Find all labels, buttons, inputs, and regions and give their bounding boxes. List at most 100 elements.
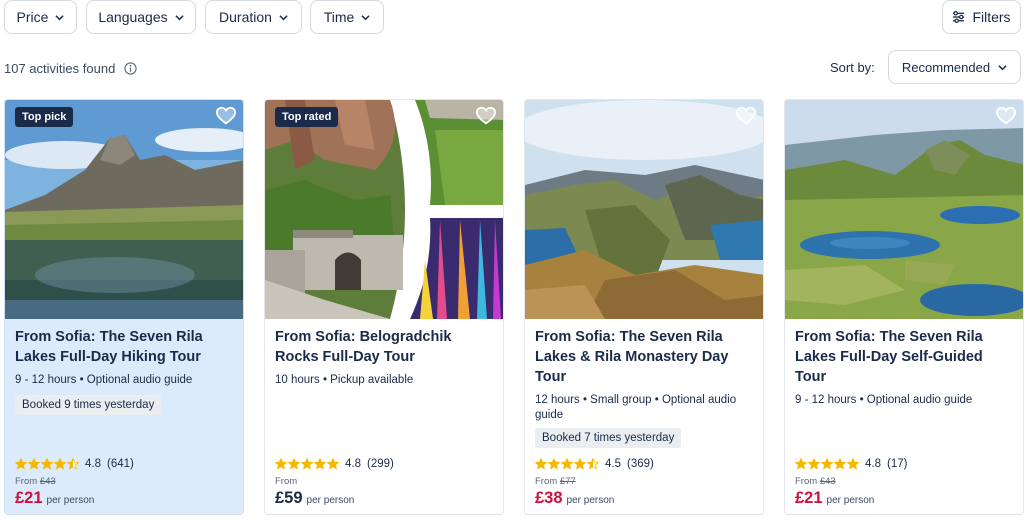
star-icon xyxy=(288,458,300,470)
per-person-label: per person xyxy=(566,495,615,506)
review-count: (369) xyxy=(627,458,654,470)
rating-row: 4.8 (299) xyxy=(275,456,394,472)
results-count-text: 107 activities found xyxy=(4,60,116,76)
price-row: £21 per person xyxy=(795,489,874,508)
from-label: From xyxy=(795,476,818,487)
card-title[interactable]: From Sofia: The Seven Rila Lakes Full-Da… xyxy=(15,327,233,367)
duration-filter-label: Duration xyxy=(219,9,272,25)
review-count: (299) xyxy=(367,458,394,470)
star-icon xyxy=(327,458,339,470)
activity-photo: Top pick xyxy=(5,100,243,319)
activity-card[interactable]: Top rated From Sofia: Belogradchik Rocks… xyxy=(264,99,504,515)
from-label: From xyxy=(275,476,298,487)
star-rating xyxy=(15,458,79,470)
sort-label: Sort by: xyxy=(830,60,875,75)
star-rating xyxy=(795,458,859,470)
mountain-lake-photo xyxy=(5,100,243,319)
price-filter-label: Price xyxy=(16,9,49,25)
review-count: (641) xyxy=(107,458,134,470)
price-filter-button[interactable]: Price xyxy=(4,0,77,34)
activity-photo xyxy=(785,100,1023,319)
from-row: From £43 xyxy=(15,476,56,487)
card-title[interactable]: From Sofia: Belogradchik Rocks Full-Day … xyxy=(275,327,493,367)
price: £21 xyxy=(15,489,43,507)
duration-filter-button[interactable]: Duration xyxy=(205,0,302,34)
activity-card[interactable]: From Sofia: The Seven Rila Lakes & Rila … xyxy=(524,99,764,515)
card-body: From Sofia: Belogradchik Rocks Full-Day … xyxy=(265,319,503,514)
price: £59 xyxy=(275,489,303,507)
from-label: From xyxy=(535,476,558,487)
star-icon xyxy=(574,458,586,470)
star-icon xyxy=(795,458,807,470)
review-count: (17) xyxy=(887,458,908,470)
star-rating xyxy=(275,458,339,470)
activity-photo xyxy=(525,100,763,319)
card-title[interactable]: From Sofia: The Seven Rila Lakes Full-Da… xyxy=(795,327,1013,387)
heart-icon[interactable] xyxy=(475,105,497,127)
star-icon xyxy=(54,458,66,470)
booked-badge: Booked 9 times yesterday xyxy=(15,395,162,415)
heart-icon[interactable] xyxy=(215,105,237,127)
price-row: £59 per person xyxy=(275,489,354,508)
star-icon xyxy=(834,458,846,470)
rating-value: 4.5 xyxy=(605,458,621,470)
from-row: From £43 xyxy=(795,476,836,487)
top-pick-badge: Top pick xyxy=(15,107,74,127)
old-price: £77 xyxy=(559,476,576,487)
star-icon xyxy=(41,458,53,470)
rating-value: 4.8 xyxy=(85,458,101,470)
card-title[interactable]: From Sofia: The Seven Rila Lakes & Rila … xyxy=(535,327,753,387)
star-icon xyxy=(561,458,573,470)
per-person-label: per person xyxy=(826,495,875,506)
from-row: From £77 xyxy=(535,476,576,487)
card-meta: 9 - 12 hours • Optional audio guide xyxy=(795,394,973,406)
star-icon xyxy=(15,458,27,470)
star-icon xyxy=(847,458,859,470)
all-filters-button[interactable]: Filters xyxy=(942,0,1021,34)
languages-filter-label: Languages xyxy=(98,9,168,25)
time-filter-button[interactable]: Time xyxy=(310,0,384,34)
sort-value: Recommended xyxy=(901,59,991,75)
chevron-down-icon xyxy=(998,64,1007,70)
chevron-down-icon xyxy=(175,14,184,20)
star-icon xyxy=(808,458,820,470)
alpine-lakes-photo xyxy=(785,100,1023,319)
star-icon xyxy=(535,458,547,470)
star-icon xyxy=(28,458,40,470)
rating-row: 4.5 (369) xyxy=(535,456,654,472)
languages-filter-button[interactable]: Languages xyxy=(86,0,196,34)
all-filters-label: Filters xyxy=(972,9,1011,25)
star-icon xyxy=(67,458,79,470)
per-person-label: per person xyxy=(306,495,355,506)
booked-badge: Booked 7 times yesterday xyxy=(535,428,682,448)
rating-row: 4.8 (641) xyxy=(15,456,134,472)
mountain-ridge-lakes-photo xyxy=(525,100,763,319)
results-count: 107 activities found xyxy=(4,58,137,78)
activity-photo: Top rated xyxy=(265,100,503,319)
activity-card[interactable]: Top pick From Sofia: The Seven Rila Lake… xyxy=(4,99,244,515)
heart-icon[interactable] xyxy=(735,105,757,127)
time-filter-label: Time xyxy=(323,9,355,25)
activity-card[interactable]: From Sofia: The Seven Rila Lakes Full-Da… xyxy=(784,99,1024,515)
sliders-icon xyxy=(953,11,965,23)
price: £21 xyxy=(795,489,823,507)
chevron-down-icon xyxy=(361,14,370,20)
info-icon[interactable] xyxy=(124,61,137,75)
price: £38 xyxy=(535,489,563,507)
star-rating xyxy=(535,458,599,470)
from-row: From xyxy=(275,476,297,487)
star-icon xyxy=(821,458,833,470)
card-meta: 12 hours • Small group • Optional audio … xyxy=(535,394,737,421)
star-icon xyxy=(314,458,326,470)
old-price: £43 xyxy=(819,476,836,487)
heart-icon[interactable] xyxy=(995,105,1017,127)
filter-bar: Price Languages Duration Time Filters xyxy=(0,0,1024,34)
rating-value: 4.8 xyxy=(865,458,881,470)
chevron-down-icon xyxy=(279,14,288,20)
rocks-fortress-collage-photo xyxy=(265,100,503,319)
rating-row: 4.8 (17) xyxy=(795,456,907,472)
star-icon xyxy=(587,458,599,470)
sort-dropdown[interactable]: Recommended xyxy=(888,50,1021,84)
star-icon xyxy=(548,458,560,470)
rating-value: 4.8 xyxy=(345,458,361,470)
